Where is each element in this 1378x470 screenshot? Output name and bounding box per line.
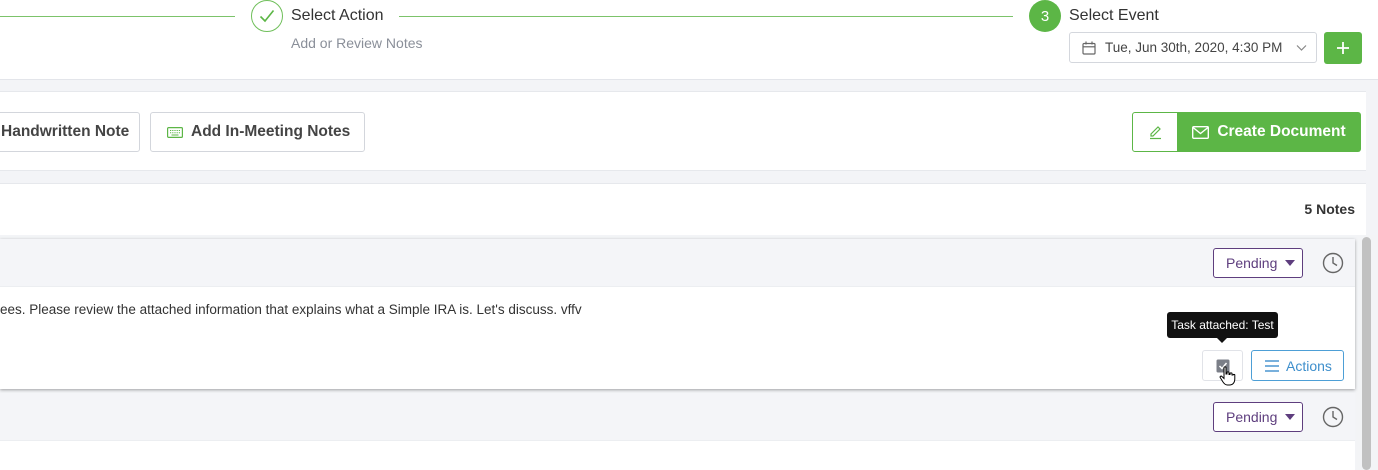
note-card: Pending ees. Please review the attached … (0, 239, 1355, 389)
step-connector (0, 16, 235, 17)
envelope-icon (1192, 125, 1210, 139)
note-body-text: ees. Please review the attached informat… (0, 302, 582, 317)
status-label: Pending (1226, 255, 1278, 271)
caret-down-icon (1285, 414, 1296, 420)
handwritten-note-button[interactable]: Handwritten Note (0, 112, 140, 152)
task-tooltip: Task attached: Test (1167, 312, 1278, 343)
menu-icon (1265, 359, 1279, 372)
actions-label: Actions (1286, 357, 1332, 374)
calendar-icon (1082, 41, 1096, 55)
handwritten-note-label: Handwritten Note (1, 123, 130, 140)
notes-list-header: 5 Notes (0, 183, 1366, 235)
status-dropdown[interactable]: Pending (1213, 402, 1303, 432)
create-document-button[interactable]: Create Document (1177, 112, 1361, 152)
event-date-select[interactable]: Tue, Jun 30th, 2020, 4:30 PM (1069, 32, 1317, 63)
step-2-title: Select Action (291, 7, 384, 24)
add-in-meeting-notes-button[interactable]: Add In-Meeting Notes (150, 112, 365, 152)
plus-icon (1337, 42, 1349, 54)
note-actions-button[interactable]: Actions (1251, 350, 1344, 381)
chevron-down-icon (1296, 42, 1307, 53)
status-label: Pending (1226, 409, 1278, 425)
keyboard-icon (167, 126, 183, 138)
notes-count: 5 Notes (1304, 201, 1355, 217)
history-clock-icon[interactable] (1322, 406, 1344, 428)
history-clock-icon[interactable] (1322, 252, 1344, 274)
step-2-complete-indicator (251, 0, 283, 32)
step-3-title: Select Event (1069, 7, 1159, 24)
pencil-icon (1149, 125, 1161, 139)
edit-document-button[interactable] (1132, 112, 1178, 152)
add-in-meeting-notes-label: Add In-Meeting Notes (191, 123, 351, 140)
create-document-label: Create Document (1217, 123, 1346, 140)
hand-pointer-cursor-icon (1219, 366, 1236, 386)
scrollbar-thumb[interactable] (1362, 237, 1371, 470)
caret-down-icon (1285, 260, 1296, 266)
step-connector (399, 16, 1013, 17)
check-icon (259, 9, 275, 23)
step-3-number-badge: 3 (1029, 0, 1061, 32)
note-card-header: Pending (0, 393, 1355, 441)
stepper: Select Action Add or Review Notes 3 Sele… (0, 0, 1378, 80)
add-event-button[interactable] (1324, 32, 1362, 64)
step-2-subtitle: Add or Review Notes (291, 35, 423, 51)
note-card: Pending (0, 393, 1355, 470)
event-date-value: Tue, Jun 30th, 2020, 4:30 PM (1105, 40, 1283, 55)
status-dropdown[interactable]: Pending (1213, 248, 1303, 278)
note-card-header: Pending (0, 239, 1355, 287)
notes-toolbar: Handwritten Note Add In-Meeting Notes Cr… (0, 91, 1366, 171)
